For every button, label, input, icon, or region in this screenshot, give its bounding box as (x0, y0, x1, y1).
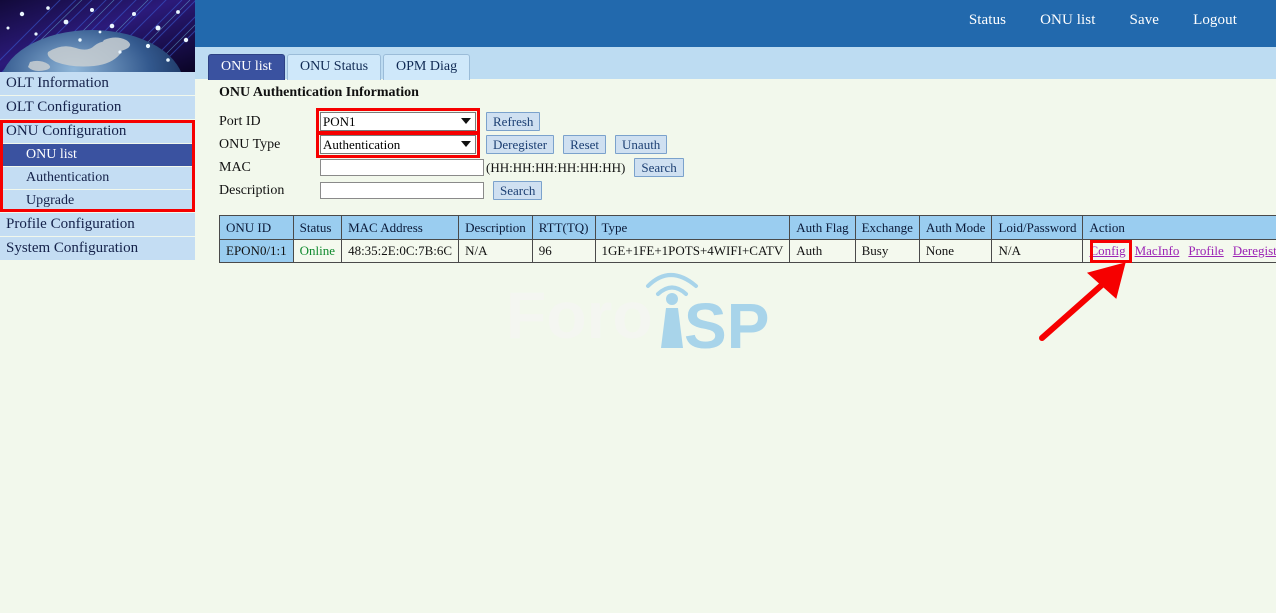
sidebar-item-upgrade[interactable]: Upgrade (0, 190, 195, 212)
action-profile-link[interactable]: Profile (1188, 243, 1223, 259)
mac-label: MAC (219, 160, 320, 176)
port-id-select[interactable]: PON1 (320, 112, 476, 131)
sidebar-item-authentication[interactable]: Authentication (0, 167, 195, 189)
reset-button[interactable]: Reset (563, 135, 606, 154)
topnav-save-link[interactable]: Save (1113, 12, 1177, 29)
col-status: Status (293, 216, 341, 240)
cell-exchange: Busy (855, 240, 919, 263)
description-input[interactable] (320, 182, 484, 199)
topnav-onu-list-link[interactable]: ONU list (1023, 12, 1112, 29)
col-onu-id: ONU ID (220, 216, 294, 240)
top-nav: Status ONU list Save Logout (952, 12, 1254, 29)
cell-action: Config MacInfo Profile Deregister Reset … (1083, 240, 1276, 263)
col-mac-address: MAC Address (342, 216, 459, 240)
col-type: Type (595, 216, 790, 240)
col-auth-flag: Auth Flag (790, 216, 855, 240)
form-row-mac: MAC (HH:HH:HH:HH:HH:HH) Search (219, 157, 684, 178)
tab-bar: ONU list ONU Status OPM Diag (208, 54, 470, 80)
cell-mac-address: 48:35:2E:0C:7B:6C (342, 240, 459, 263)
col-action: Action (1083, 216, 1276, 240)
onu-type-select-wrap: Authentication (320, 135, 476, 154)
tab-onu-list[interactable]: ONU list (208, 54, 285, 80)
mac-format-hint: (HH:HH:HH:HH:HH:HH) (486, 160, 625, 176)
table-row: EPON0/1:1 Online 48:35:2E:0C:7B:6C N/A 9… (220, 240, 1276, 263)
form-row-port-id: Port ID PON1 Refresh (219, 111, 684, 132)
sidebar-item-onu-configuration[interactable]: ONU Configuration (0, 120, 195, 143)
sidebar-item-system-configuration[interactable]: System Configuration (0, 237, 195, 260)
cell-auth-mode: None (919, 240, 992, 263)
row-action-links: Config MacInfo Profile Deregister Reset … (1089, 243, 1276, 259)
cell-status: Online (293, 240, 341, 263)
brand-banner-image (0, 0, 195, 72)
tab-onu-status[interactable]: ONU Status (287, 54, 381, 80)
mac-search-button[interactable]: Search (634, 158, 683, 177)
description-label: Description (219, 183, 320, 199)
mac-input[interactable] (320, 159, 484, 176)
onu-list-table: ONU ID Status MAC Address Description RT… (219, 215, 1276, 263)
sidebar: OLT Information OLT Configuration ONU Co… (0, 72, 195, 261)
cell-rtt-tq: 96 (532, 240, 595, 263)
action-macinfo-link[interactable]: MacInfo (1135, 243, 1180, 259)
top-bar: Status ONU list Save Logout (195, 0, 1276, 47)
cell-onu-id: EPON0/1:1 (220, 240, 294, 263)
description-search-button[interactable]: Search (493, 181, 542, 200)
cell-loid-password: N/A (992, 240, 1083, 263)
page-title: ONU Authentication Information (219, 85, 419, 101)
col-description: Description (459, 216, 533, 240)
refresh-button[interactable]: Refresh (486, 112, 540, 131)
cell-type: 1GE+1FE+1POTS+4WIFI+CATV (595, 240, 790, 263)
form-row-onu-type: ONU Type Authentication Deregister Reset… (219, 134, 684, 155)
col-auth-mode: Auth Mode (919, 216, 992, 240)
sidebar-item-profile-configuration[interactable]: Profile Configuration (0, 213, 195, 236)
col-loid-password: Loid/Password (992, 216, 1083, 240)
onu-management-page: Status ONU list Save Logout ONU list ONU… (0, 0, 1276, 613)
port-id-label: Port ID (219, 114, 320, 130)
unauth-button[interactable]: Unauth (615, 135, 667, 154)
main-content: ONU Authentication Information Port ID P… (195, 79, 1276, 613)
sidebar-item-olt-information[interactable]: OLT Information (0, 72, 195, 95)
col-exchange: Exchange (855, 216, 919, 240)
table-header-row: ONU ID Status MAC Address Description RT… (220, 216, 1276, 240)
sidebar-item-onu-list[interactable]: ONU list (0, 144, 195, 166)
sidebar-item-olt-configuration[interactable]: OLT Configuration (0, 96, 195, 119)
cell-description: N/A (459, 240, 533, 263)
onu-filter-form: Port ID PON1 Refresh ONU Type (219, 111, 684, 201)
topnav-logout-link[interactable]: Logout (1176, 12, 1254, 29)
port-id-select-wrap: PON1 (320, 112, 476, 131)
topnav-status-link[interactable]: Status (952, 12, 1023, 29)
onu-type-label: ONU Type (219, 137, 320, 153)
action-deregister-link[interactable]: Deregister (1233, 243, 1276, 259)
action-config-link[interactable]: Config (1089, 243, 1125, 259)
tab-opm-diag[interactable]: OPM Diag (383, 54, 470, 80)
onu-type-select[interactable]: Authentication (320, 135, 476, 154)
form-row-description: Description Search (219, 180, 684, 201)
col-rtt-tq: RTT(TQ) (532, 216, 595, 240)
deregister-button[interactable]: Deregister (486, 135, 554, 154)
cell-auth-flag: Auth (790, 240, 855, 263)
